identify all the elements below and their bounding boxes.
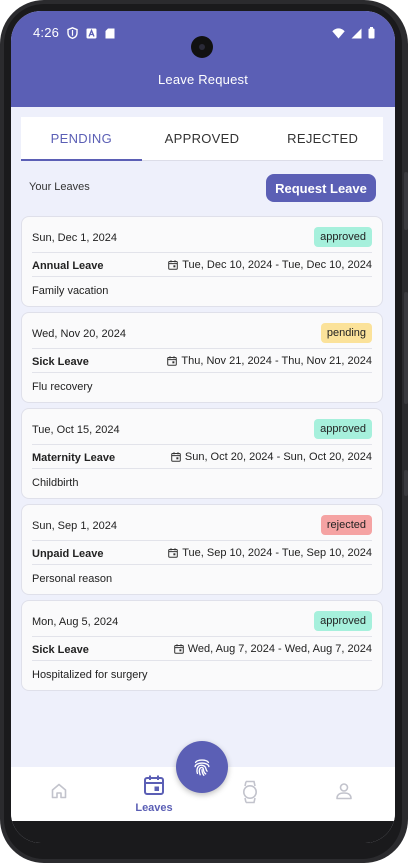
leave-reason: Flu recovery [32,381,93,393]
leave-reason: Personal reason [32,573,113,585]
status-badge: approved [314,419,372,439]
leave-card[interactable]: Mon, Aug 5, 2024 approved Sick Leave Wed… [21,600,383,691]
side-button [404,470,408,496]
tab-pending[interactable]: PENDING [21,117,142,161]
sd-card-icon [105,28,115,38]
leave-reason: Hospitalized for surgery [32,669,148,681]
leave-card[interactable]: Sun, Dec 1, 2024 approved Annual Leave T… [21,216,383,307]
status-tabs: PENDING APPROVED REJECTED [21,117,383,161]
leave-card[interactable]: Sun, Sep 1, 2024 rejected Unpaid Leave T… [21,504,383,595]
front-camera [191,36,213,58]
divider [32,660,372,661]
date-range: Tue, Sep 10, 2024 - Tue, Sep 10, 2024 [168,547,372,559]
request-date: Mon, Aug 5, 2024 [32,616,119,628]
status-icons-left [67,27,115,39]
leave-type: Sick Leave [32,356,89,368]
divider [32,252,372,253]
leave-card[interactable]: Wed, Nov 20, 2024 pending Sick Leave Thu… [21,312,383,403]
request-date: Wed, Nov 20, 2024 [32,328,126,340]
phone-frame: 4:26 Leave Request PENDING APPROVED REJE… [0,0,408,863]
power-button [404,172,408,230]
divider [32,468,372,469]
page-title: Leave Request [157,72,249,87]
date-range: Wed, Aug 7, 2024 - Wed, Aug 7, 2024 [173,643,372,655]
battery-icon [368,27,375,39]
divider [32,636,372,637]
divider [32,444,372,445]
app-header: 4:26 Leave Request [11,11,395,107]
system-nav-bar [11,821,395,843]
leave-type: Maternity Leave [32,452,116,464]
volume-button [404,292,408,404]
date-range: Tue, Dec 10, 2024 - Tue, Dec 10, 2024 [168,259,372,271]
leave-type: Annual Leave [32,260,104,272]
person-icon [336,783,352,800]
date-range-text: Tue, Dec 10, 2024 - Tue, Dec 10, 2024 [182,259,372,271]
section-label: Your Leaves [29,181,90,193]
status-bar: 4:26 [11,25,395,58]
nav-attendance[interactable] [220,767,280,821]
leave-reason: Childbirth [32,477,79,489]
calendar-icon [173,644,184,654]
shield-icon [67,27,78,39]
screen: 4:26 Leave Request PENDING APPROVED REJE… [11,11,395,843]
divider [32,564,372,565]
home-icon [51,783,67,799]
a-box-icon [86,28,97,38]
watch-icon [243,780,257,804]
date-range: Sun, Oct 20, 2024 - Sun, Oct 20, 2024 [171,451,372,463]
nav-leaves[interactable]: Leaves [124,767,184,821]
date-range-text: Tue, Sep 10, 2024 - Tue, Sep 10, 2024 [182,547,372,559]
tab-approved[interactable]: APPROVED [142,117,263,160]
divider [32,372,372,373]
leave-type: Unpaid Leave [32,548,104,560]
leave-type: Sick Leave [32,644,89,656]
status-badge: rejected [320,515,372,535]
date-range-text: Thu, Nov 21, 2024 - Thu, Nov 21, 2024 [181,355,372,367]
fingerprint-icon [194,759,210,776]
nav-profile[interactable] [314,767,374,821]
divider [32,348,372,349]
tab-rejected[interactable]: REJECTED [262,117,383,160]
nav-leaves-label: Leaves [135,802,173,814]
calendar-icon [168,260,179,270]
status-badge: pending [320,323,372,343]
status-time: 4:26 [33,25,60,40]
leave-list: Sun, Dec 1, 2024 approved Annual Leave T… [21,216,383,696]
calendar-icon [167,356,178,366]
divider [32,540,372,541]
status-badge: approved [314,611,372,631]
divider [32,276,372,277]
signal-icon [351,28,362,38]
calendar-icon [144,775,164,795]
leave-reason: Family vacation [32,285,109,297]
calendar-icon [171,452,181,462]
request-leave-button[interactable]: Request Leave [266,174,376,202]
check-in-fab[interactable] [176,741,228,793]
leave-card[interactable]: Tue, Oct 15, 2024 approved Maternity Lea… [21,408,383,499]
wifi-icon [332,27,345,38]
status-icons-right [332,27,375,39]
request-date: Tue, Oct 15, 2024 [32,424,120,436]
calendar-icon [168,548,179,558]
status-badge: approved [314,227,372,247]
nav-home[interactable] [29,767,89,821]
request-date: Sun, Sep 1, 2024 [32,520,118,532]
request-date: Sun, Dec 1, 2024 [32,232,118,244]
date-range-text: Sun, Oct 20, 2024 - Sun, Oct 20, 2024 [184,451,372,463]
date-range-text: Wed, Aug 7, 2024 - Wed, Aug 7, 2024 [187,643,372,655]
date-range: Thu, Nov 21, 2024 - Thu, Nov 21, 2024 [167,355,372,367]
